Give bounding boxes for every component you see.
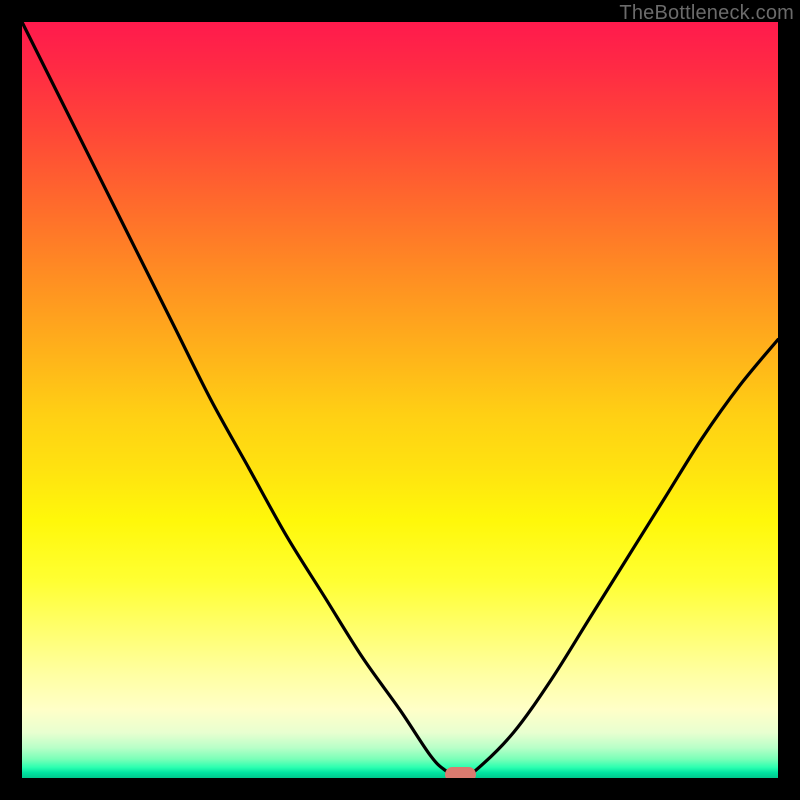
plot-area [22,22,778,778]
watermark-text: TheBottleneck.com [619,2,794,25]
chart-frame: TheBottleneck.com [0,0,800,800]
optimal-marker [445,767,475,778]
bottleneck-curve [22,22,778,778]
